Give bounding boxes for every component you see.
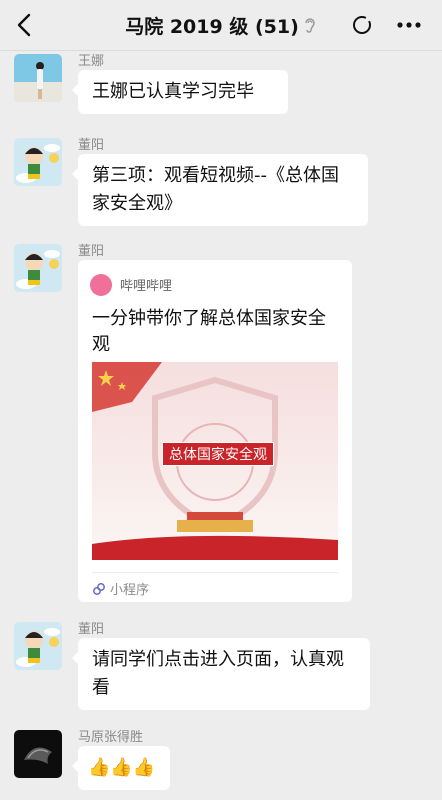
circle-icon[interactable] <box>351 14 373 36</box>
mini-program-icon <box>93 583 105 595</box>
dark-avatar[interactable] <box>14 730 62 778</box>
chat-title-area: 马院 2019 级 (51) <box>0 0 442 50</box>
message-bubble[interactable]: 请同学们点击进入页面，认真观看 <box>72 638 370 710</box>
bilibili-logo-icon <box>90 274 112 296</box>
message-bubble[interactable]: 第三项：观看短视频--《总体国家安全观》 <box>72 154 368 226</box>
sender-name: 董阳 <box>78 243 105 258</box>
sender-name: 王娜 <box>78 53 105 68</box>
sender-name: 董阳 <box>78 137 105 152</box>
card-divider <box>92 572 338 573</box>
card-thumbnail: 总体国家安全观 <box>92 362 338 560</box>
cartoon-avatar[interactable] <box>14 244 62 292</box>
thumbnail-banner: 总体国家安全观 <box>162 442 274 466</box>
message-text: 请同学们点击进入页面，认真观看 <box>92 649 344 698</box>
chat-title: 马院 2019 级 (51) <box>125 15 299 38</box>
card-app-name: 哔哩哔哩 <box>120 279 173 294</box>
message-text: 王娜已认真学习完毕 <box>92 81 254 102</box>
top-bar: 马院 2019 级 (51) <box>0 0 442 51</box>
cartoon-avatar[interactable] <box>14 622 62 670</box>
mini-program-card[interactable]: 哔哩哔哩 一分钟带你了解总体国家安全观 总体国家安全观 小程序 <box>78 260 352 602</box>
cartoon-avatar[interactable] <box>14 138 62 186</box>
ear-icon <box>305 18 315 33</box>
card-title: 一分钟带你了解总体国家安全观 <box>92 308 326 355</box>
card-footer-label: 小程序 <box>110 583 150 598</box>
sender-name: 马原张得胜 <box>78 729 144 744</box>
message-text: 第三项：观看短视频--《总体国家安全观》 <box>92 165 339 214</box>
photo-avatar[interactable] <box>14 54 62 102</box>
message-text: 👍👍👍 <box>88 757 156 778</box>
more-dots-icon[interactable] <box>396 14 422 36</box>
sender-name: 董阳 <box>78 621 105 636</box>
message-bubble[interactable]: 👍👍👍 <box>72 746 170 790</box>
message-bubble[interactable]: 王娜已认真学习完毕 <box>72 70 288 114</box>
